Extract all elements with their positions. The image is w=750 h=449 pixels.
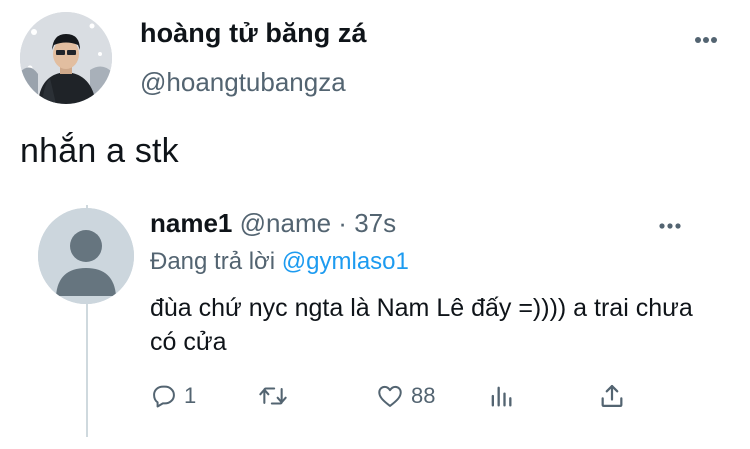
analytics-button[interactable] — [487, 382, 515, 410]
reply-bubble-icon — [153, 385, 175, 408]
author-avatar[interactable] — [20, 12, 112, 104]
reply-avatar[interactable] — [38, 208, 134, 304]
reply-button[interactable]: 1 — [150, 382, 196, 410]
heart-icon — [378, 385, 402, 407]
like-button[interactable]: 88 — [375, 382, 435, 410]
more-horizontal-icon — [659, 223, 681, 229]
separator-dot: · — [338, 208, 347, 238]
default-avatar-icon — [38, 208, 134, 304]
tweet-text: nhắn a stk — [20, 132, 179, 170]
reply-count: 1 — [184, 383, 197, 408]
author-photo — [20, 12, 112, 104]
author-handle[interactable]: @hoangtubangza — [140, 67, 346, 98]
reply-author-handle[interactable]: @name — [240, 208, 331, 238]
like-count: 88 — [411, 383, 436, 408]
reply-header: name1 @name · 37s — [150, 208, 396, 239]
retweet-button[interactable] — [258, 382, 294, 410]
replying-to-line: Đang trả lời @gymlaso1 — [150, 248, 409, 276]
reply-text: đùa chứ nyc ngta là Nam Lê đấy =)))) a t… — [150, 294, 693, 356]
replying-to-label: Đang trả lời — [150, 248, 276, 275]
reply-more-options-button[interactable] — [653, 217, 687, 235]
reply-author-name[interactable]: name1 — [150, 208, 232, 238]
share-upload-icon — [601, 384, 623, 408]
author-name[interactable]: hoàng tử băng zá — [140, 18, 367, 49]
reply-timestamp[interactable]: 37s — [354, 208, 396, 238]
more-horizontal-icon — [695, 37, 717, 43]
analytics-bars-icon — [491, 386, 512, 407]
more-options-button[interactable] — [686, 30, 726, 50]
share-button[interactable] — [598, 382, 626, 410]
retweet-icon — [259, 387, 287, 405]
replying-to-mention[interactable]: @gymlaso1 — [282, 248, 409, 275]
